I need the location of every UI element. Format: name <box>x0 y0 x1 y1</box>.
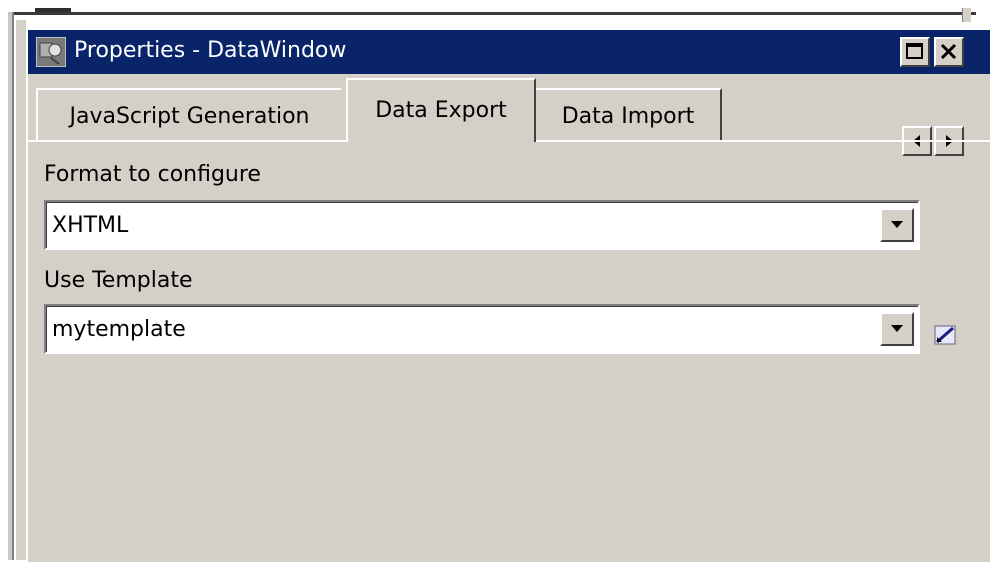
tab-label: JavaScript Generation <box>69 104 310 129</box>
properties-icon[interactable] <box>36 37 66 67</box>
tab-label: Data Export <box>375 98 507 123</box>
edit-template-button[interactable] <box>932 322 958 348</box>
outer-frame-left-inner <box>16 20 26 560</box>
tab-strip: JavaScript Generation Data Export Data I… <box>28 74 990 156</box>
tab-javascript-generation[interactable]: JavaScript Generation <box>36 88 341 140</box>
window-title: Properties - DataWindow <box>74 38 347 63</box>
format-value: XHTML <box>52 213 129 238</box>
outer-frame-top <box>0 0 990 11</box>
format-label: Format to configure <box>44 162 261 187</box>
title-bar[interactable]: Properties - DataWindow <box>28 30 990 74</box>
edit-icon <box>934 325 956 345</box>
template-value: mytemplate <box>52 317 186 342</box>
close-icon <box>940 43 957 60</box>
tab-data-export[interactable]: Data Export <box>346 78 536 142</box>
template-label: Use Template <box>44 268 193 293</box>
outer-frame-tick <box>962 8 971 22</box>
outer-frame-left <box>8 12 14 560</box>
chevron-down-icon <box>891 221 903 228</box>
outer-frame-border <box>8 12 976 15</box>
format-select[interactable]: XHTML <box>44 200 920 250</box>
close-button[interactable] <box>934 37 964 67</box>
maximize-button[interactable] <box>900 37 930 67</box>
template-select[interactable]: mytemplate <box>44 304 920 354</box>
tab-label: Data Import <box>561 104 695 129</box>
template-dropdown-button[interactable] <box>880 312 914 346</box>
properties-window: Properties - DataWindow JavaScript Gener… <box>26 28 990 562</box>
tab-data-import[interactable]: Data Import <box>536 88 722 140</box>
maximize-icon <box>906 43 923 59</box>
chevron-down-icon <box>891 325 903 332</box>
format-dropdown-button[interactable] <box>880 208 914 242</box>
